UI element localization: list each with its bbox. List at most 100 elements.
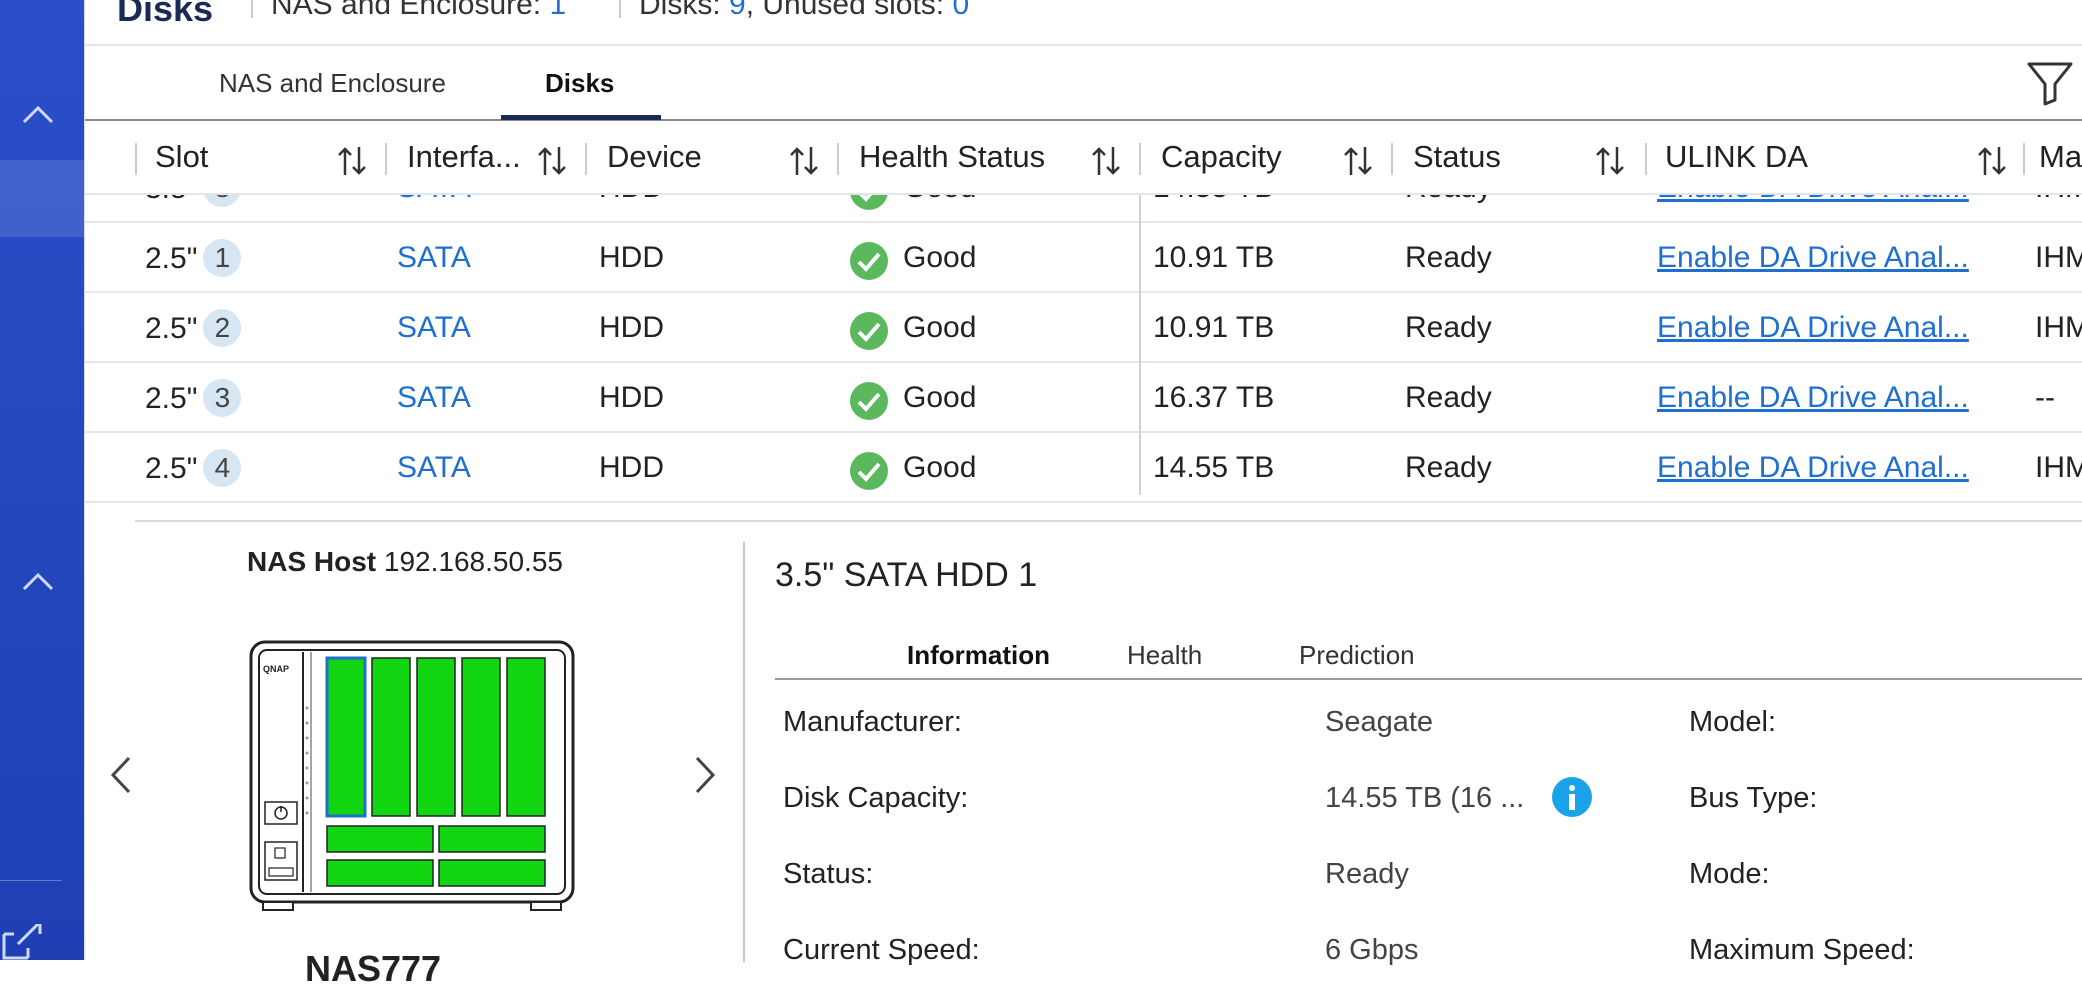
bus-type-label: Bus Type: bbox=[1689, 782, 1818, 814]
column-header-capacity[interactable]: Capacity bbox=[1161, 139, 1282, 175]
chevron-right-icon[interactable] bbox=[685, 750, 725, 800]
manufacturer-value: Seagate bbox=[1325, 706, 1434, 738]
table-row[interactable]: 2.5" 4 SATA HDD Good 14.55 TB Ready Enabl… bbox=[85, 433, 2082, 503]
disk-table-body: 3.5" 8 SATA HDD Good 14.55 TB Ready Enabl… bbox=[85, 195, 2082, 510]
cell-ulink-link[interactable]: Enable DA Drive Anal... bbox=[1657, 311, 1969, 345]
summary-unused-value: 0 bbox=[952, 0, 970, 21]
title-separator bbox=[251, 0, 253, 18]
drive-bay-2[interactable] bbox=[371, 657, 411, 817]
column-header-status[interactable]: Status bbox=[1413, 139, 1501, 175]
tab-prediction[interactable]: Prediction bbox=[1299, 640, 1415, 671]
sidebar bbox=[0, 0, 84, 960]
cell-ma: IHM bbox=[2035, 311, 2082, 344]
drive-bay-3[interactable] bbox=[416, 657, 456, 817]
manufacturer-label: Manufacturer: bbox=[783, 706, 962, 738]
sort-icon[interactable] bbox=[1593, 143, 1627, 179]
chevron-up-icon[interactable] bbox=[20, 565, 56, 601]
maximum-speed-label: Maximum Speed: bbox=[1689, 934, 1915, 966]
slot-number-badge: 4 bbox=[203, 449, 242, 487]
title-bar: Disks NAS and Enclosure: 1 Disks: 9, Unu… bbox=[85, 0, 2082, 46]
cell-status: Ready bbox=[1405, 195, 1492, 205]
drive-bay-9[interactable] bbox=[438, 859, 546, 887]
drive-bay-4[interactable] bbox=[461, 657, 501, 817]
column-header-slot[interactable]: Slot bbox=[155, 139, 208, 175]
drive-bay-6[interactable] bbox=[326, 825, 434, 853]
cell-slot: 2.5" 4 bbox=[145, 449, 242, 489]
model-label: Model: bbox=[1689, 706, 1777, 738]
sidebar-selected-item[interactable] bbox=[0, 160, 84, 237]
nas-host-title: NAS Host bbox=[247, 546, 377, 577]
column-header-health[interactable]: Health Status bbox=[859, 139, 1045, 175]
table-row[interactable]: 2.5" 3 SATA HDD Good 16.37 TB Ready Enabl… bbox=[85, 363, 2082, 433]
drive-bay-8[interactable] bbox=[326, 859, 434, 887]
table-row[interactable]: 2.5" 2 SATA HDD Good 10.91 TB Ready Enabl… bbox=[85, 293, 2082, 363]
qnap-logo: QNAP bbox=[263, 664, 289, 674]
cell-interface[interactable]: SATA bbox=[397, 241, 471, 275]
column-header-ulink[interactable]: ULINK DA bbox=[1665, 139, 1808, 175]
cell-device: HDD bbox=[599, 381, 664, 414]
slot-size: 2.5" bbox=[145, 381, 198, 415]
sort-icon[interactable] bbox=[535, 143, 569, 179]
drive-bay-1-selected[interactable] bbox=[325, 656, 367, 818]
sort-icon[interactable] bbox=[1089, 143, 1123, 179]
cell-status: Ready bbox=[1405, 311, 1492, 344]
sort-icon[interactable] bbox=[787, 143, 821, 179]
cell-health: Good bbox=[903, 195, 976, 205]
chevron-left-icon[interactable] bbox=[101, 750, 141, 800]
cell-interface[interactable]: SATA bbox=[397, 195, 471, 205]
info-icon[interactable] bbox=[1551, 776, 1593, 818]
tab-disks[interactable]: Disks bbox=[545, 68, 614, 99]
column-separator bbox=[135, 143, 137, 175]
disk-detail-title: 3.5" SATA HDD 1 bbox=[775, 556, 1038, 594]
slot-size: 2.5" bbox=[145, 311, 198, 345]
column-header-ma[interactable]: Ma bbox=[2039, 139, 2082, 175]
cell-slot: 2.5" 2 bbox=[145, 309, 242, 349]
filter-icon[interactable] bbox=[2025, 58, 2075, 108]
cell-ulink-link[interactable]: Enable DA Drive Anal... bbox=[1657, 451, 1969, 485]
cell-ulink-link[interactable]: Enable DA Drive Anal... bbox=[1657, 195, 1969, 205]
current-speed-value: 6 Gbps bbox=[1325, 934, 1419, 966]
active-tab-indicator bbox=[501, 115, 661, 120]
cell-ulink-link[interactable]: Enable DA Drive Anal... bbox=[1657, 241, 1969, 275]
cell-ulink-link[interactable]: Enable DA Drive Anal... bbox=[1657, 381, 1969, 415]
summary-unused-label: , Unused slots: bbox=[745, 0, 945, 21]
slot-size: 3.5" bbox=[145, 195, 197, 205]
drive-bay-7[interactable] bbox=[438, 825, 546, 853]
table-row[interactable]: 2.5" 1 SATA HDD Good 10.91 TB Ready Enabl… bbox=[85, 223, 2082, 293]
mode-label: Mode: bbox=[1689, 858, 1770, 890]
cell-status: Ready bbox=[1405, 451, 1492, 484]
nas-host-ip: 192.168.50.55 bbox=[383, 546, 563, 577]
cell-interface[interactable]: SATA bbox=[397, 311, 471, 345]
cell-status: Ready bbox=[1405, 381, 1492, 414]
chevron-up-icon[interactable] bbox=[20, 98, 56, 134]
drive-bay-5[interactable] bbox=[506, 657, 546, 817]
cell-interface[interactable]: SATA bbox=[397, 451, 471, 485]
table-header: Slot Interfa... Device Health Status Cap… bbox=[85, 123, 2082, 195]
sort-icon[interactable] bbox=[1975, 143, 2009, 179]
tab-information[interactable]: Information bbox=[907, 640, 1050, 671]
tab-nas-enclosure[interactable]: NAS and Enclosure bbox=[219, 68, 446, 99]
cell-slot: 2.5" 1 bbox=[145, 239, 242, 279]
sort-icon[interactable] bbox=[335, 143, 369, 179]
cell-health: Good bbox=[903, 311, 977, 344]
cell-health: Good bbox=[903, 381, 977, 414]
column-header-interface[interactable]: Interfa... bbox=[407, 139, 521, 175]
external-link-icon[interactable] bbox=[0, 924, 56, 960]
cell-ma: IHM bbox=[2035, 451, 2082, 484]
cell-status: Ready bbox=[1405, 241, 1492, 274]
tab-health[interactable]: Health bbox=[1127, 640, 1202, 671]
status-label: Status: bbox=[783, 858, 874, 890]
check-circle-icon bbox=[850, 195, 888, 210]
cell-interface[interactable]: SATA bbox=[397, 381, 471, 415]
cell-device: HDD bbox=[599, 195, 664, 205]
cell-capacity: 14.55 TB bbox=[1153, 451, 1275, 484]
nas-device-image[interactable]: QNAP bbox=[247, 638, 577, 914]
detail-tab-bar: Information Health Prediction bbox=[775, 620, 2082, 680]
column-header-device[interactable]: Device bbox=[607, 139, 702, 175]
cell-capacity: 10.91 TB bbox=[1153, 311, 1275, 344]
table-row[interactable]: 3.5" 8 SATA HDD Good 14.55 TB Ready Enabl… bbox=[85, 195, 2082, 223]
slot-size: 2.5" bbox=[145, 241, 198, 275]
cell-ma: IHM bbox=[2035, 241, 2082, 274]
sort-icon[interactable] bbox=[1341, 143, 1375, 179]
column-separator bbox=[1391, 143, 1393, 175]
